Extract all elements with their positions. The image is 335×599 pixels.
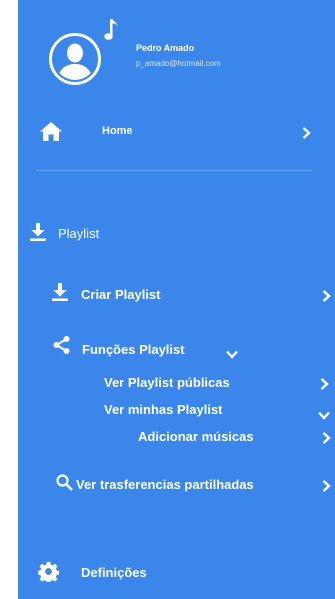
menu-item-ver-trasferencias-partilhadas[interactable]: Ver trasferencias partilhadas bbox=[18, 470, 335, 500]
menu-item-funcoes-playlist[interactable]: Funções Playlist bbox=[18, 333, 335, 363]
user-email: p_amado@hotmail.com bbox=[136, 59, 221, 68]
download-icon bbox=[30, 223, 46, 241]
submenu-item-ver-playlist-publicas[interactable]: Ver Playlist públicas bbox=[18, 373, 335, 393]
chevron-right-icon bbox=[322, 431, 331, 444]
menu-label-criar-playlist: Criar Playlist bbox=[81, 287, 161, 302]
submenu-label-ver-playlist-publicas: Ver Playlist públicas bbox=[104, 375, 230, 390]
chevron-right-icon bbox=[322, 479, 331, 492]
menu-label-ver-trasferencias-partilhadas: Ver trasferencias partilhadas bbox=[76, 477, 254, 492]
menu-label-playlist: Playlist bbox=[58, 226, 100, 241]
music-note-icon bbox=[104, 17, 118, 41]
chevron-down-icon bbox=[318, 407, 330, 420]
menu-label-definicoes: Definições bbox=[81, 565, 147, 580]
gear-icon bbox=[38, 561, 59, 582]
submenu-item-ver-minhas-playlist[interactable]: Ver minhas Playlist bbox=[18, 399, 335, 420]
chevron-down-icon bbox=[226, 346, 238, 359]
menu-label-home: Home bbox=[102, 125, 133, 137]
home-icon bbox=[40, 122, 62, 141]
submenu-label-adicionar-musicas: Adicionar músicas bbox=[138, 429, 254, 444]
share-icon bbox=[53, 336, 70, 354]
menu-item-playlist[interactable]: Playlist bbox=[18, 220, 335, 250]
chevron-right-icon bbox=[320, 377, 329, 390]
menu-item-criar-playlist[interactable]: Criar Playlist bbox=[18, 280, 335, 310]
chevron-right-icon bbox=[322, 289, 331, 302]
menu-item-home[interactable]: Home bbox=[18, 112, 335, 152]
download-icon bbox=[52, 283, 68, 301]
chevron-right-icon bbox=[302, 126, 311, 139]
divider bbox=[36, 170, 312, 171]
avatar-icon[interactable] bbox=[48, 32, 102, 86]
search-icon bbox=[56, 474, 73, 491]
user-name: Pedro Amado bbox=[136, 43, 195, 53]
submenu-label-ver-minhas-playlist: Ver minhas Playlist bbox=[104, 402, 223, 417]
submenu-item-adicionar-musicas[interactable]: Adicionar músicas bbox=[18, 425, 335, 445]
menu-label-funcoes-playlist: Funções Playlist bbox=[82, 342, 185, 357]
navigation-drawer: Pedro Amado p_amado@hotmail.com Home Pla… bbox=[18, 0, 335, 599]
menu-item-definicoes[interactable]: Definições bbox=[18, 557, 335, 587]
